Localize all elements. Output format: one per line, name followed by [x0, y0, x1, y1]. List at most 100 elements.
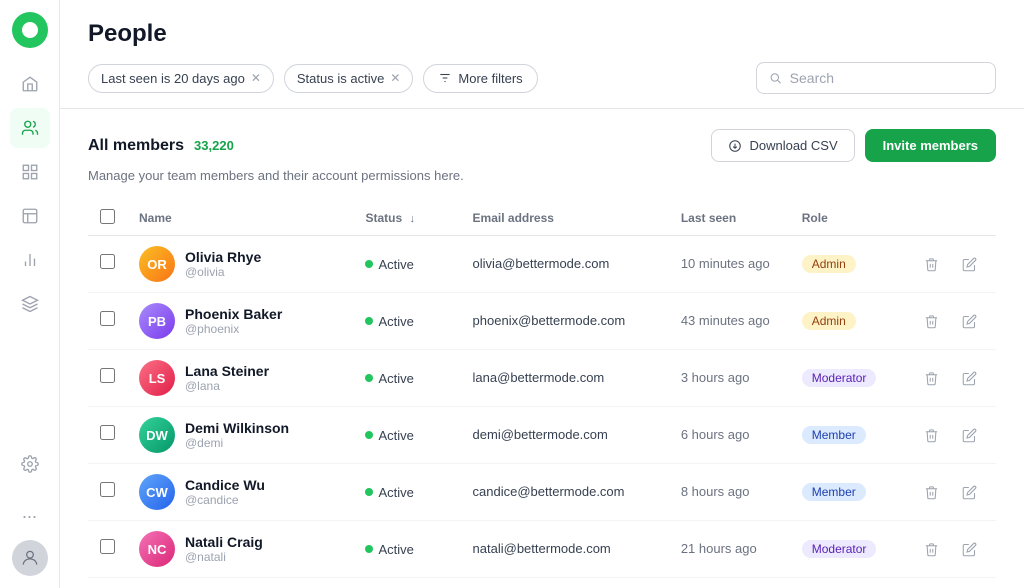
sidebar-item-people[interactable]: [10, 108, 50, 148]
member-display-name: Phoenix Baker: [185, 306, 282, 322]
member-name-cell: DW Demi Wilkinson @demi: [139, 417, 341, 453]
member-info: Lana Steiner @lana: [185, 363, 269, 393]
member-name-cell: CW Candice Wu @candice: [139, 474, 341, 510]
page-title: People: [88, 20, 996, 48]
status-badge: Active: [365, 428, 413, 443]
edit-button[interactable]: [954, 477, 984, 507]
download-icon: [728, 139, 742, 153]
email-text: natali@bettermode.com: [473, 541, 611, 556]
search-box[interactable]: [756, 62, 996, 94]
col-status-header: Status: [365, 211, 402, 225]
member-display-name: Demi Wilkinson: [185, 420, 289, 436]
edit-button[interactable]: [954, 249, 984, 279]
invite-members-button[interactable]: Invite members: [865, 129, 996, 162]
email-text: olivia@bettermode.com: [473, 256, 610, 271]
email-text: demi@bettermode.com: [473, 427, 608, 442]
status-label: Active: [378, 485, 413, 500]
edit-button[interactable]: [954, 534, 984, 564]
lastseen-text: 3 hours ago: [681, 370, 750, 385]
filter-row: Last seen is 20 days ago ✕ Status is act…: [88, 62, 996, 94]
select-all-checkbox[interactable]: [100, 209, 115, 224]
role-badge: Member: [802, 426, 866, 444]
member-handle: @phoenix: [185, 322, 282, 336]
table-title-group: All members 33,220: [88, 137, 234, 155]
filter-chip-status[interactable]: Status is active ✕: [284, 64, 414, 93]
sidebar-item-layers[interactable]: [10, 284, 50, 324]
row-checkbox-4[interactable]: [100, 482, 115, 497]
member-handle: @candice: [185, 493, 265, 507]
sidebar-item-layout[interactable]: [10, 196, 50, 236]
row-checkbox-0[interactable]: [100, 254, 115, 269]
row-checkbox-3[interactable]: [100, 425, 115, 440]
sidebar-item-settings[interactable]: [10, 444, 50, 484]
status-dot: [365, 431, 373, 439]
row-actions: [916, 420, 984, 450]
role-badge: Admin: [802, 255, 856, 273]
edit-button[interactable]: [954, 363, 984, 393]
col-name-header: Name: [139, 211, 172, 225]
sidebar-item-chart[interactable]: [10, 240, 50, 280]
member-handle: @demi: [185, 436, 289, 450]
lastseen-text: 10 minutes ago: [681, 256, 770, 271]
member-avatar: DW: [139, 417, 175, 453]
more-filters-label: More filters: [458, 71, 522, 86]
delete-button[interactable]: [916, 363, 946, 393]
status-badge: Active: [365, 371, 413, 386]
member-info: Olivia Rhye @olivia: [185, 249, 261, 279]
table-actions: Download CSV Invite members: [711, 129, 996, 162]
delete-button[interactable]: [916, 420, 946, 450]
status-badge: Active: [365, 542, 413, 557]
search-input[interactable]: [790, 70, 983, 86]
table-header-row: All members 33,220 Download CSV Invite m…: [88, 129, 996, 162]
download-csv-button[interactable]: Download CSV: [711, 129, 854, 162]
lastseen-text: 21 hours ago: [681, 541, 757, 556]
email-text: phoenix@bettermode.com: [473, 313, 626, 328]
filter-chip-lastseen[interactable]: Last seen is 20 days ago ✕: [88, 64, 274, 93]
delete-button[interactable]: [916, 249, 946, 279]
sidebar: ...: [0, 0, 60, 588]
row-checkbox-5[interactable]: [100, 539, 115, 554]
member-avatar: NC: [139, 531, 175, 567]
filter-lastseen-remove[interactable]: ✕: [251, 71, 261, 85]
delete-button[interactable]: [916, 306, 946, 336]
filter-status-remove[interactable]: ✕: [390, 71, 400, 85]
member-avatar: PB: [139, 303, 175, 339]
row-checkbox-2[interactable]: [100, 368, 115, 383]
lastseen-text: 43 minutes ago: [681, 313, 770, 328]
edit-button[interactable]: [954, 420, 984, 450]
role-badge: Moderator: [802, 369, 877, 387]
role-badge: Admin: [802, 312, 856, 330]
delete-button[interactable]: [916, 477, 946, 507]
table-subtitle: Manage your team members and their accou…: [88, 168, 996, 183]
col-lastseen-header: Last seen: [681, 211, 736, 225]
member-display-name: Lana Steiner: [185, 363, 269, 379]
table-row: NC Natali Craig @natali Active natali@be…: [88, 521, 996, 578]
sidebar-item-grid[interactable]: [10, 152, 50, 192]
status-label: Active: [378, 428, 413, 443]
member-avatar: LS: [139, 360, 175, 396]
filter-icon: [438, 71, 452, 85]
row-checkbox-1[interactable]: [100, 311, 115, 326]
status-dot: [365, 317, 373, 325]
member-name-cell: OR Olivia Rhye @olivia: [139, 246, 341, 282]
status-dot: [365, 260, 373, 268]
filter-status-label: Status is active: [297, 71, 384, 86]
sidebar-item-home[interactable]: [10, 64, 50, 104]
app-logo: [12, 12, 48, 48]
member-count: 33,220: [194, 138, 234, 153]
table-row: DC Drew Cano @drew Active drew@bettermod…: [88, 578, 996, 588]
role-badge: Member: [802, 483, 866, 501]
member-name-cell: NC Natali Craig @natali: [139, 531, 341, 567]
member-info: Candice Wu @candice: [185, 477, 265, 507]
more-filters-button[interactable]: More filters: [423, 64, 537, 93]
status-label: Active: [378, 257, 413, 272]
member-handle: @lana: [185, 379, 269, 393]
delete-button[interactable]: [916, 534, 946, 564]
sidebar-more-button[interactable]: ...: [10, 492, 50, 532]
row-actions: [916, 363, 984, 393]
row-actions: [916, 477, 984, 507]
status-sort-icon[interactable]: ↓: [409, 213, 415, 225]
edit-button[interactable]: [954, 306, 984, 336]
email-text: lana@bettermode.com: [473, 370, 605, 385]
user-avatar[interactable]: [12, 540, 48, 576]
